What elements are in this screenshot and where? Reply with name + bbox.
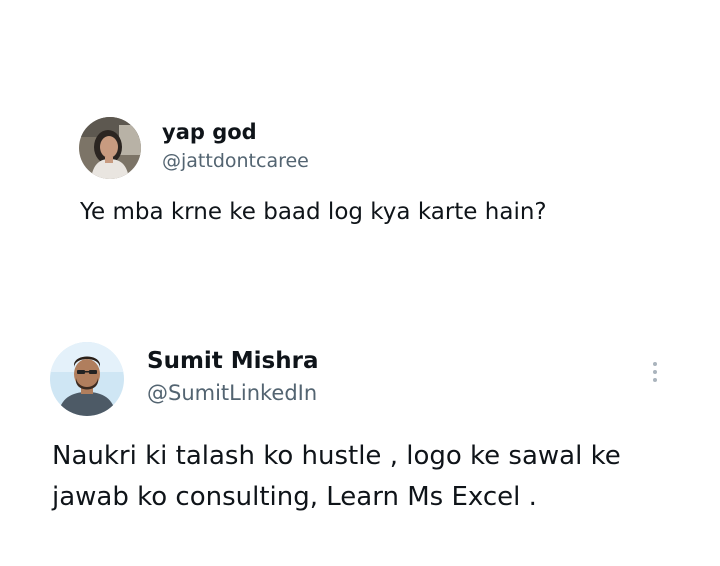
user-handle[interactable]: @jattdontcaree (162, 150, 309, 172)
vertical-ellipsis-icon (653, 370, 657, 374)
user-handle[interactable]: @SumitLinkedIn (147, 381, 317, 405)
display-name[interactable]: Sumit Mishra (147, 348, 319, 374)
more-options-button[interactable] (646, 358, 664, 386)
tweet-text: Ye mba krne ke baad log kya karte hain? (80, 199, 547, 225)
avatar[interactable] (50, 342, 124, 416)
tweet-text: Naukri ki talash ko hustle , logo ke saw… (52, 441, 621, 512)
avatar[interactable] (79, 117, 141, 179)
vertical-ellipsis-icon (653, 378, 657, 382)
profile-photo-woman-icon (79, 117, 141, 179)
vertical-ellipsis-icon (653, 362, 657, 366)
profile-photo-man-icon (50, 342, 124, 416)
display-name[interactable]: yap god (162, 120, 257, 144)
